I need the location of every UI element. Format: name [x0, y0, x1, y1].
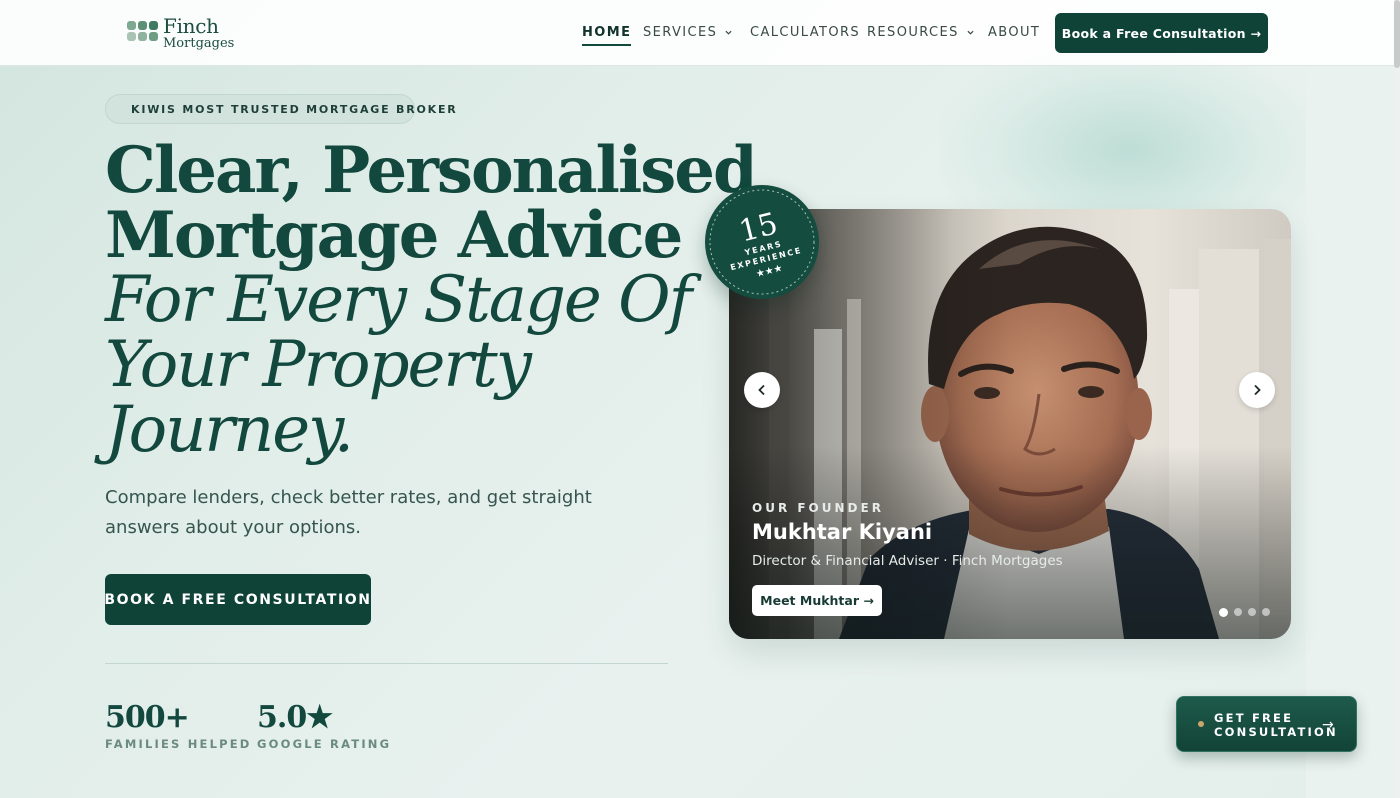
- carousel-dot-1[interactable]: [1219, 607, 1228, 617]
- nav-item-about[interactable]: ABOUT: [988, 25, 1040, 40]
- carousel-dot-4[interactable]: [1262, 608, 1270, 616]
- scrollbar-thumb[interactable]: [1394, 0, 1400, 68]
- seal-stars: ★★★: [755, 263, 784, 280]
- nav-label: SERVICES: [643, 25, 718, 40]
- experience-seal: 15 YEARS EXPERIENCE ★★★: [705, 185, 819, 299]
- nav-item-calculators[interactable]: CALCULATORS: [750, 25, 860, 40]
- chevron-down-icon: [967, 30, 974, 35]
- site-header: Finch Mortgages HOME SERVICES CALCULATOR…: [0, 0, 1394, 66]
- logo-mark-icon: [127, 17, 161, 49]
- logo-name: Finch: [163, 14, 219, 38]
- hero-headline-italic-line2: Your Property: [105, 328, 532, 402]
- book-free-consultation-button[interactable]: BOOK A FREE CONSULTATION: [104, 574, 371, 625]
- nav-label: RESOURCES: [867, 25, 959, 40]
- nav-label: ABOUT: [988, 25, 1041, 40]
- experience-seal-graphic: 15 YEARS EXPERIENCE ★★★: [709, 189, 815, 295]
- chevron-right-icon: [1254, 384, 1261, 396]
- stat-value: 5.0★: [257, 700, 333, 735]
- carousel-dot-3[interactable]: [1248, 608, 1256, 616]
- floating-cta-label: GET FREE CONSULTATION: [1214, 711, 1338, 739]
- nav-item-resources[interactable]: RESOURCES: [867, 25, 974, 40]
- hero-headline: Clear, Personalised Mortgage Advice: [105, 133, 758, 273]
- logo[interactable]: Finch Mortgages: [127, 16, 234, 50]
- right-gutter: [1306, 66, 1394, 798]
- founder-name: Mukhtar Kiyani: [752, 520, 933, 544]
- hero-headline-line1: Clear, Personalised: [105, 133, 758, 208]
- floating-cta-line2: CONSULTATION: [1214, 725, 1338, 739]
- floating-consultation-button[interactable]: GET FREE CONSULTATION →: [1176, 696, 1357, 752]
- nav-item-home[interactable]: HOME: [582, 25, 632, 46]
- chevron-left-icon: [758, 384, 765, 396]
- logo-subname: Mortgages: [163, 36, 235, 51]
- stat-families: 500+ FAMILIES HELPED: [105, 700, 252, 751]
- floating-cta-line1: GET FREE: [1214, 711, 1294, 725]
- carousel-dots: [1219, 607, 1270, 617]
- hero-headline-italic-line1: For Every Stage Of: [105, 263, 692, 337]
- founder-eyebrow: OUR FOUNDER: [752, 501, 884, 515]
- status-dot: [1198, 721, 1204, 727]
- hero-headline-italic-line3: Journey.: [105, 393, 354, 467]
- book-consultation-button[interactable]: Book a Free Consultation →: [1055, 13, 1268, 53]
- stat-value: 500+: [105, 700, 190, 735]
- trust-badge: KIWIS MOST TRUSTED MORTGAGE BROKER: [105, 94, 456, 124]
- stat-label: GOOGLE RATING: [257, 737, 392, 751]
- carousel-next-button[interactable]: [1239, 372, 1275, 408]
- nav-item-services[interactable]: SERVICES: [643, 25, 732, 40]
- hero-lede: Compare lenders, check better rates, and…: [105, 487, 592, 538]
- founder-title: Director & Financial Adviser · Finch Mor…: [752, 553, 1063, 569]
- nav-label: CALCULATORS: [750, 25, 861, 40]
- divider: [105, 663, 668, 664]
- trust-badge-text: KIWIS MOST TRUSTED MORTGAGE BROKER: [131, 102, 458, 116]
- hero-headline-line2: Mortgage Advice: [105, 198, 683, 273]
- hero-headline-italic: For Every Stage Of Your Property Journey…: [105, 268, 705, 463]
- stat-label: FAMILIES HELPED: [105, 737, 252, 751]
- stat-rating: 5.0★ GOOGLE RATING: [257, 700, 391, 751]
- nav-label: HOME: [582, 25, 632, 40]
- carousel-dot-2[interactable]: [1234, 608, 1242, 616]
- meet-founder-button[interactable]: Meet Mukhtar →: [752, 585, 882, 616]
- carousel-prev-button[interactable]: [744, 372, 780, 408]
- scrollbar[interactable]: [1394, 0, 1400, 798]
- chevron-down-icon: [725, 30, 732, 35]
- arrow-right-icon: →: [1322, 717, 1334, 733]
